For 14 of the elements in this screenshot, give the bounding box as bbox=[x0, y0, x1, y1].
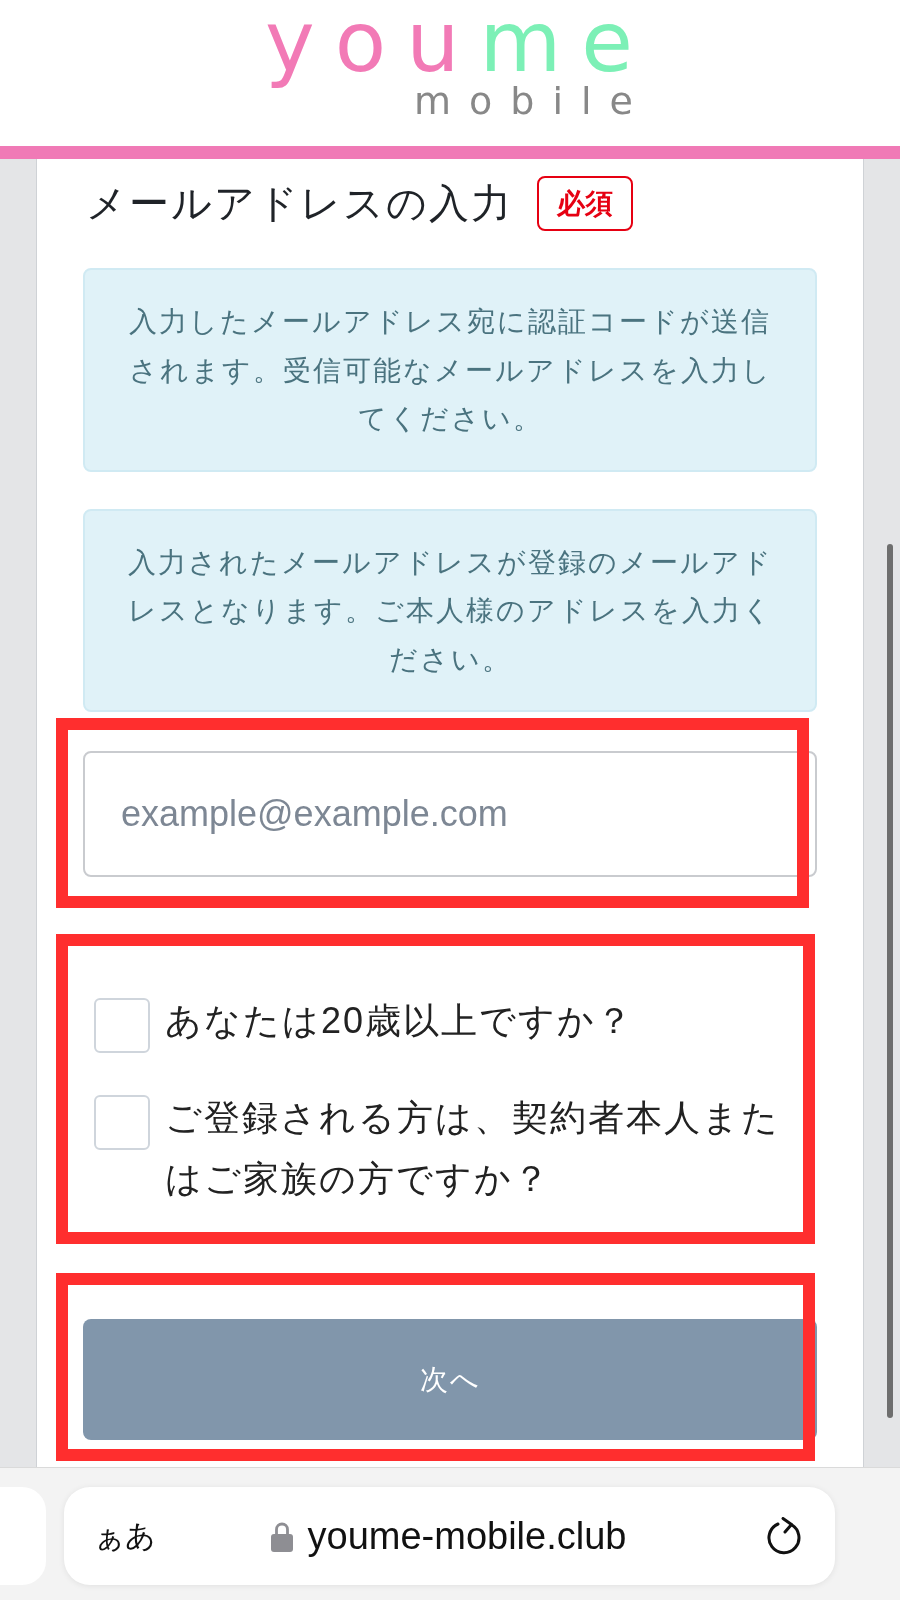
info-notice: 入力されたメールアドレスが登録のメールアドレスとなります。ご本人様のアドレスを入力ください。 bbox=[83, 508, 817, 712]
reload-icon[interactable] bbox=[767, 1517, 803, 1555]
text-size-button[interactable]: ぁあ bbox=[94, 1515, 156, 1557]
required-badge: 必須 bbox=[537, 176, 633, 231]
address-bar[interactable]: ぁあ youme-mobile.club bbox=[64, 1487, 835, 1585]
url-text[interactable]: youme-mobile.club bbox=[307, 1514, 627, 1558]
checkbox[interactable] bbox=[94, 998, 150, 1053]
question-label: ご登録される方は、契約者本人またはご家族の方ですか？ bbox=[165, 1096, 781, 1201]
info-notice: 入力したメールアドレス宛に認証コードが送信されます。受信可能なメールアドレスを入力してください。 bbox=[83, 268, 817, 472]
section-title: メールアドレスの入力 bbox=[86, 180, 513, 227]
checkbox[interactable] bbox=[94, 1095, 150, 1150]
question-label: あなたは20歳以上ですか？ bbox=[165, 999, 636, 1043]
email-field[interactable]: example@example.com bbox=[83, 751, 817, 877]
logo-subtitle: mobile bbox=[414, 82, 651, 120]
